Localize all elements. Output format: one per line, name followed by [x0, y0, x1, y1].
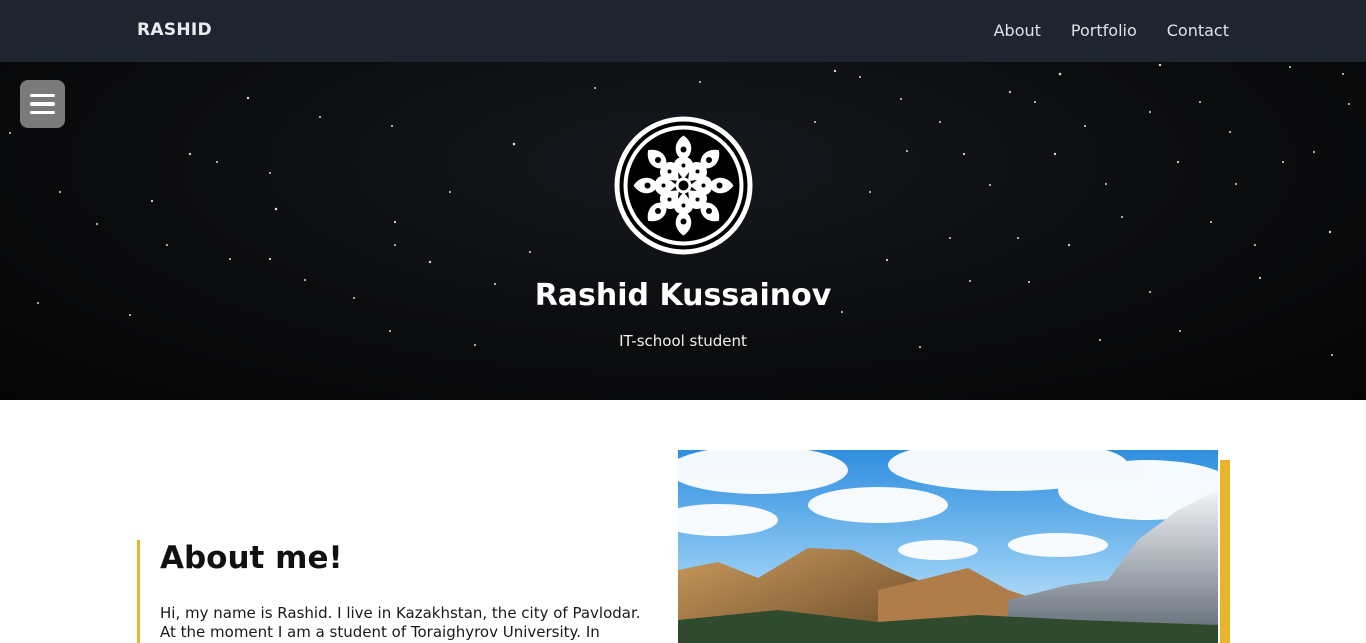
- accent-bar: [1220, 460, 1230, 643]
- about-section: About me! Hi, my name is Rashid. I live …: [137, 540, 657, 643]
- nav-link-contact[interactable]: Contact: [1167, 21, 1229, 40]
- mountain-landscape-photo: [678, 450, 1218, 643]
- about-photo-frame: [678, 450, 1230, 643]
- hero-subtitle: IT-school student: [619, 332, 747, 350]
- about-text: Hi, my name is Rashid. I live in Kazakhs…: [160, 604, 641, 643]
- hamburger-menu-button[interactable]: [20, 80, 65, 128]
- about-title: About me!: [160, 540, 343, 576]
- ornamental-medallion-logo: [614, 116, 753, 255]
- hero-section: Rashid Kussainov IT-school student: [0, 62, 1366, 400]
- brand-logo-link[interactable]: RASHID: [137, 20, 212, 40]
- top-navbar: RASHID About Portfolio Contact: [0, 0, 1366, 62]
- hamburger-menu-icon: [30, 93, 55, 98]
- nav-links: About Portfolio Contact: [994, 21, 1229, 40]
- hero-name: Rashid Kussainov: [534, 278, 832, 313]
- nav-link-about[interactable]: About: [994, 21, 1041, 40]
- nav-link-portfolio[interactable]: Portfolio: [1071, 21, 1137, 40]
